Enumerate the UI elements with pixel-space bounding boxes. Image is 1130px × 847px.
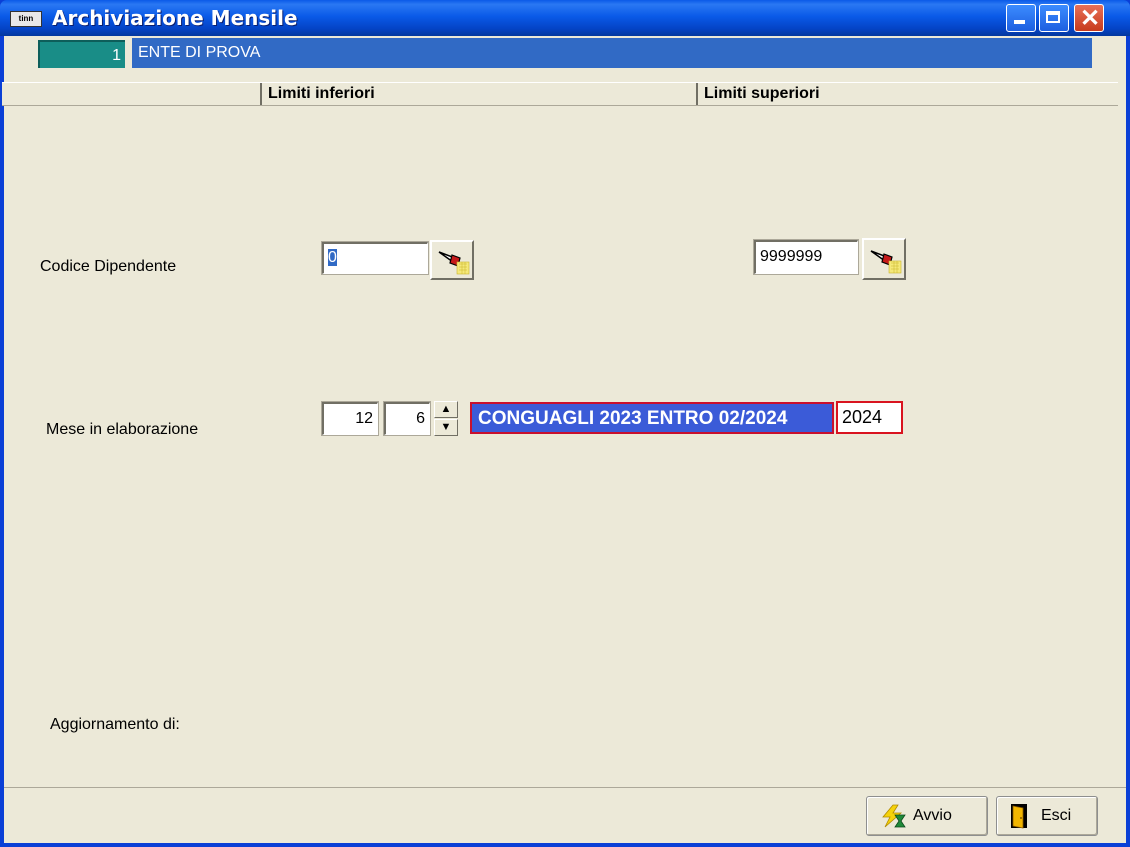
arrow-up-icon: ▲ [440, 403, 452, 415]
lightning-hourglass-icon [882, 804, 906, 828]
arrow-down-icon: ▼ [440, 421, 452, 433]
flashlight-icon [870, 250, 902, 274]
column-header-bar: Limiti inferiori Limiti superiori [2, 82, 1118, 106]
anno-input[interactable]: 2024 [836, 401, 903, 434]
search-lower-button[interactable] [430, 240, 474, 280]
mese-label: Mese in elaborazione [46, 421, 199, 438]
aggiornamento-label: Aggiornamento di: [50, 716, 180, 733]
search-upper-button[interactable] [862, 238, 906, 280]
mese-period-input[interactable]: 6 [383, 401, 431, 436]
app-window: tinn Archiviazione Mensile ✕ 1 ENTE DI P… [0, 0, 1130, 847]
esci-button[interactable]: Esci [996, 796, 1098, 836]
spin-up-button[interactable]: ▲ [434, 401, 458, 418]
codice-dipendente-label: Codice Dipendente [40, 258, 177, 275]
ente-code: 1 [38, 40, 125, 68]
exit-door-icon [1011, 804, 1027, 829]
spin-down-button[interactable]: ▼ [434, 419, 458, 436]
esci-label: Esci [1041, 807, 1072, 824]
column-header-lower[interactable]: Limiti inferiori [260, 83, 696, 105]
avvio-label: Avvio [913, 807, 952, 824]
minimize-icon [1014, 20, 1025, 24]
mese-month-input[interactable]: 12 [321, 401, 379, 436]
codice-dipendente-upper-input[interactable]: 9999999 [753, 239, 859, 275]
avvio-button[interactable]: Avvio [866, 796, 988, 836]
close-button[interactable]: ✕ [1074, 4, 1104, 32]
maximize-button[interactable] [1039, 4, 1069, 32]
window-title: Archiviazione Mensile [52, 6, 298, 30]
column-header-upper[interactable]: Limiti superiori [696, 83, 1118, 105]
flashlight-icon [438, 251, 470, 275]
codice-dipendente-lower-value: 0 [328, 249, 337, 266]
ente-name: ENTE DI PROVA [132, 38, 1092, 68]
minimize-button[interactable] [1006, 4, 1036, 32]
period-spinner[interactable]: ▲ ▼ [434, 401, 458, 436]
maximize-icon [1046, 11, 1060, 23]
mese-description[interactable]: CONGUAGLI 2023 ENTRO 02/2024 [470, 402, 834, 434]
title-bar[interactable]: tinn Archiviazione Mensile ✕ [0, 0, 1130, 36]
codice-dipendente-lower-input[interactable]: 0 [321, 241, 429, 275]
close-icon: ✕ [1080, 5, 1101, 32]
app-icon: tinn [10, 11, 42, 27]
